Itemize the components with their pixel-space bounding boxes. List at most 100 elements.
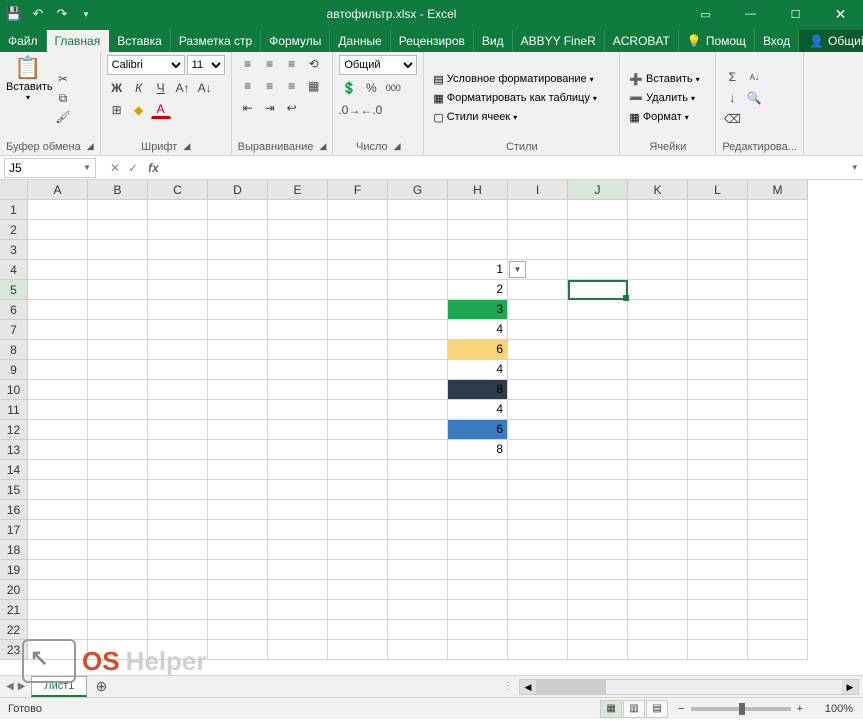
- cell[interactable]: [88, 520, 148, 540]
- cell[interactable]: [328, 340, 388, 360]
- cell[interactable]: [508, 500, 568, 520]
- row-header[interactable]: 13: [0, 440, 28, 460]
- cell[interactable]: [268, 340, 328, 360]
- column-header[interactable]: B: [88, 180, 148, 200]
- cell[interactable]: [688, 220, 748, 240]
- column-header[interactable]: J: [568, 180, 628, 200]
- login-button[interactable]: Вход: [755, 30, 799, 52]
- cell[interactable]: [568, 600, 628, 620]
- cell[interactable]: [388, 380, 448, 400]
- cell[interactable]: [328, 520, 388, 540]
- cell[interactable]: [268, 640, 328, 660]
- format-painter-icon[interactable]: 🖌: [54, 109, 72, 125]
- cell[interactable]: [508, 420, 568, 440]
- cell[interactable]: [268, 600, 328, 620]
- cell[interactable]: [268, 220, 328, 240]
- row-header[interactable]: 17: [0, 520, 28, 540]
- cell[interactable]: [28, 300, 88, 320]
- cell[interactable]: [88, 200, 148, 220]
- cell[interactable]: [28, 240, 88, 260]
- cell[interactable]: [148, 440, 208, 460]
- cell[interactable]: [148, 300, 208, 320]
- cell[interactable]: [28, 280, 88, 300]
- format-cells-button[interactable]: ▦Формат▾: [626, 109, 709, 126]
- column-header[interactable]: M: [748, 180, 808, 200]
- cell[interactable]: [388, 300, 448, 320]
- cell[interactable]: [748, 360, 808, 380]
- cell[interactable]: [448, 560, 508, 580]
- cell[interactable]: [88, 580, 148, 600]
- cell[interactable]: [748, 580, 808, 600]
- row-header[interactable]: 1: [0, 200, 28, 220]
- cell[interactable]: [748, 460, 808, 480]
- cell[interactable]: [268, 520, 328, 540]
- cell[interactable]: [28, 340, 88, 360]
- cell[interactable]: [748, 260, 808, 280]
- cell[interactable]: [268, 240, 328, 260]
- minimize-button[interactable]: —: [728, 0, 773, 28]
- decrease-indent-icon[interactable]: ⇤: [238, 99, 258, 117]
- cell[interactable]: [688, 320, 748, 340]
- row-header[interactable]: 14: [0, 460, 28, 480]
- cell[interactable]: [388, 560, 448, 580]
- cell[interactable]: [148, 340, 208, 360]
- cell[interactable]: [628, 640, 688, 660]
- number-dialog-launcher[interactable]: ◢: [394, 141, 401, 153]
- cell[interactable]: [148, 480, 208, 500]
- cell[interactable]: 8: [448, 380, 508, 400]
- cell[interactable]: [208, 560, 268, 580]
- cell[interactable]: [268, 560, 328, 580]
- orientation-icon[interactable]: ⟲: [304, 55, 324, 73]
- cell[interactable]: [268, 620, 328, 640]
- cell[interactable]: [148, 240, 208, 260]
- cell[interactable]: [568, 520, 628, 540]
- scroll-right-icon[interactable]: ▶: [842, 680, 858, 694]
- increase-font-icon[interactable]: A↑: [173, 79, 193, 97]
- cell[interactable]: [208, 480, 268, 500]
- cell[interactable]: [28, 400, 88, 420]
- cell[interactable]: [88, 340, 148, 360]
- find-select-icon[interactable]: 🔍: [744, 89, 764, 107]
- cell[interactable]: [148, 600, 208, 620]
- cell[interactable]: [148, 420, 208, 440]
- row-header[interactable]: 6: [0, 300, 28, 320]
- row-header[interactable]: 12: [0, 420, 28, 440]
- cell[interactable]: [28, 260, 88, 280]
- cell[interactable]: [508, 540, 568, 560]
- italic-button[interactable]: К: [129, 79, 149, 97]
- cell[interactable]: [568, 200, 628, 220]
- cell[interactable]: [148, 320, 208, 340]
- cell[interactable]: [328, 460, 388, 480]
- cell[interactable]: [208, 220, 268, 240]
- wrap-text-icon[interactable]: ↩: [282, 99, 302, 117]
- cell[interactable]: [628, 580, 688, 600]
- cell[interactable]: [628, 200, 688, 220]
- cell[interactable]: [88, 420, 148, 440]
- cell[interactable]: [268, 320, 328, 340]
- row-header[interactable]: 4: [0, 260, 28, 280]
- cell[interactable]: [748, 200, 808, 220]
- formula-input[interactable]: [167, 158, 847, 178]
- cell[interactable]: [148, 620, 208, 640]
- cell[interactable]: [748, 540, 808, 560]
- save-icon[interactable]: 💾: [6, 6, 22, 22]
- cell[interactable]: [748, 420, 808, 440]
- cell[interactable]: [568, 380, 628, 400]
- tab-data[interactable]: Данные: [330, 30, 390, 52]
- zoom-slider[interactable]: [691, 707, 791, 711]
- cell[interactable]: [508, 300, 568, 320]
- font-color-icon[interactable]: A: [151, 101, 171, 119]
- cell[interactable]: [568, 560, 628, 580]
- column-header[interactable]: H: [448, 180, 508, 200]
- cell[interactable]: [688, 460, 748, 480]
- cell[interactable]: [448, 620, 508, 640]
- paste-button[interactable]: 📋 Вставить ▾: [6, 55, 50, 141]
- cell[interactable]: [268, 440, 328, 460]
- cell[interactable]: [628, 240, 688, 260]
- cell[interactable]: [628, 500, 688, 520]
- cell[interactable]: [148, 580, 208, 600]
- cell[interactable]: [568, 540, 628, 560]
- cell[interactable]: [388, 620, 448, 640]
- zoom-percent[interactable]: 100%: [809, 703, 853, 715]
- underline-button[interactable]: Ч: [151, 79, 171, 97]
